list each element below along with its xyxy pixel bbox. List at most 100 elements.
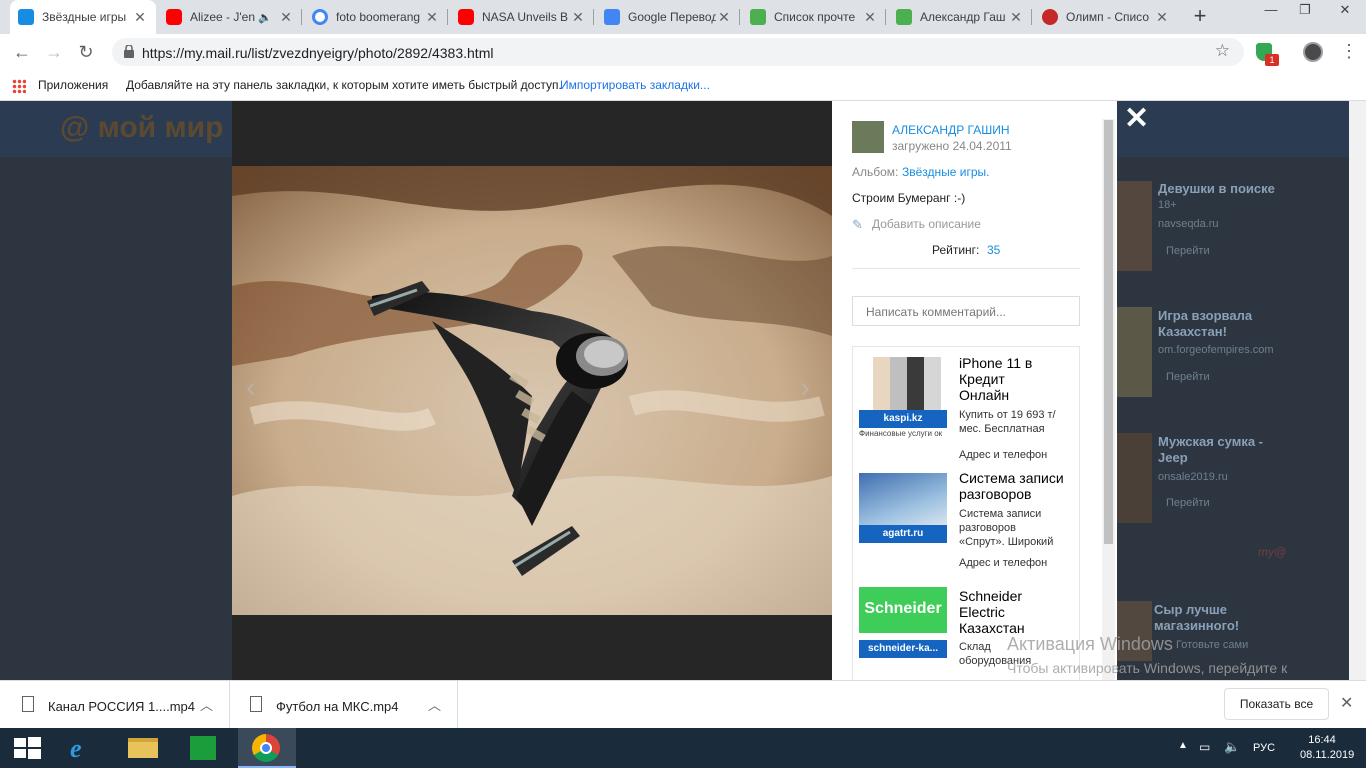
tab-title: NASA Unveils B: [482, 10, 569, 24]
ie-icon[interactable]: e: [56, 728, 112, 768]
show-all-downloads-button[interactable]: Показать все: [1224, 688, 1329, 720]
chevron-up-icon[interactable]: ︿: [428, 695, 441, 714]
close-tab-icon[interactable]: ✕: [862, 9, 878, 26]
language-indicator[interactable]: РУС: [1253, 742, 1275, 754]
rating-value[interactable]: 35: [987, 243, 1000, 257]
tab-google-translate[interactable]: Google Перевод ✕: [596, 0, 740, 34]
new-tab-button[interactable]: +: [1188, 4, 1212, 30]
right-ad-thumb[interactable]: [1116, 307, 1152, 397]
tab-title: Google Перевод: [628, 10, 716, 24]
ad-domain[interactable]: kaspi.kz: [859, 410, 947, 428]
tab-title: Список прочте: [774, 10, 856, 24]
album-link[interactable]: Звёздные игры.: [902, 165, 990, 179]
right-ad-thumb[interactable]: [1116, 181, 1152, 271]
right-ad-domain: navseqda.ru: [1158, 218, 1219, 230]
clock-time: 16:44: [1308, 734, 1336, 746]
store-icon[interactable]: [176, 728, 232, 768]
right-ad-title[interactable]: Мужская сумка - Jeep: [1158, 434, 1288, 466]
album-label: Альбом:: [852, 165, 899, 179]
tab-aleksandr[interactable]: Александр Гаш ✕: [888, 0, 1032, 34]
comment-input[interactable]: Написать комментарий...: [852, 296, 1080, 326]
ad-item[interactable]: kaspi.kz Финансовые услуги ок iPhone 11 …: [853, 347, 1079, 462]
chrome-taskbar-icon[interactable]: [238, 728, 296, 768]
add-description-link[interactable]: Добавить описание: [872, 217, 981, 231]
close-window-button[interactable]: ✕: [1330, 0, 1360, 22]
photo-image[interactable]: [232, 166, 832, 615]
right-ad-go-button[interactable]: Перейти: [1166, 371, 1210, 383]
forward-icon[interactable]: →: [42, 40, 66, 64]
divider: [852, 268, 1080, 269]
right-ad-title[interactable]: Девушки в поиске: [1158, 181, 1288, 197]
next-photo-arrow[interactable]: ›: [800, 371, 810, 405]
ad-domain[interactable]: agatrt.ru: [859, 525, 947, 543]
right-ad-go-button[interactable]: Перейти: [1166, 497, 1210, 509]
restore-button[interactable]: ❐: [1290, 0, 1320, 22]
close-tab-icon[interactable]: ✕: [1008, 9, 1024, 26]
clock[interactable]: 16:44 08.11.2019: [1300, 733, 1354, 763]
chevron-up-icon[interactable]: ︿: [200, 695, 213, 714]
downloads-bar: Канал РОССИЯ 1....mp4 ︿ Футбол на МКС.mp…: [0, 680, 1366, 729]
tray-arrow-icon[interactable]: ▲: [1178, 740, 1188, 751]
tab-zvezdnye-igry[interactable]: Звёздные игры ✕: [10, 0, 156, 34]
url-text: https://my.mail.ru/list/zvezdnyeigry/pho…: [142, 45, 494, 61]
right-ad-go-button[interactable]: Перейти: [1166, 245, 1210, 257]
tab-nasa[interactable]: NASA Unveils B ✕: [450, 0, 594, 34]
profile-avatar[interactable]: [1303, 42, 1323, 62]
reload-icon[interactable]: ↻: [74, 40, 98, 64]
volume-icon[interactable]: 🔈: [1224, 739, 1240, 755]
right-ad-age: 18+: [1158, 199, 1177, 211]
tab-alizee[interactable]: Alizee - J'en 🔈 ✕: [158, 0, 302, 34]
mymir-logo[interactable]: @ мой мир: [60, 111, 223, 145]
ad-title[interactable]: Schneider Electric Казахстан: [959, 588, 1049, 636]
close-tab-icon[interactable]: ✕: [278, 9, 294, 26]
prev-photo-arrow[interactable]: ‹: [246, 371, 256, 405]
ad-title[interactable]: Система записи разговоров: [959, 470, 1074, 502]
close-tab-icon[interactable]: ✕: [570, 9, 586, 26]
author-avatar[interactable]: [852, 121, 884, 153]
close-tab-icon[interactable]: ✕: [716, 9, 732, 26]
file-explorer-icon[interactable]: [116, 728, 172, 768]
right-ads-column: Девушки в поиске 18+ navseqda.ru Перейти…: [1116, 171, 1292, 680]
right-ad-title[interactable]: Игра взорвала Казахстан!: [1158, 308, 1288, 340]
close-tab-icon[interactable]: ✕: [1154, 9, 1170, 26]
right-ad-thumb[interactable]: [1116, 433, 1152, 523]
apps-grid-icon[interactable]: [12, 79, 26, 93]
tab-foto-boomerang[interactable]: foto boomerang ✕: [304, 0, 448, 34]
download-item[interactable]: Футбол на МКС.mp4 ︿: [230, 681, 458, 729]
ad-address-link[interactable]: Адрес и телефон: [959, 557, 1047, 569]
close-downloads-icon[interactable]: ✕: [1340, 693, 1353, 713]
menu-icon[interactable]: ⋮: [1340, 41, 1358, 61]
apps-label[interactable]: Приложения: [38, 78, 108, 92]
speaker-icon[interactable]: 🔈: [258, 11, 272, 24]
minimize-button[interactable]: —: [1256, 0, 1286, 22]
tab-spisok[interactable]: Список прочте ✕: [742, 0, 886, 34]
upload-date: загружено 24.04.2011: [892, 139, 1012, 153]
ad-title[interactable]: iPhone 11 в Кредит Онлайн: [959, 355, 1039, 403]
panel-scrollbar-thumb[interactable]: [1104, 120, 1113, 544]
tab-title: Звёздные игры: [42, 10, 127, 24]
close-viewer-icon[interactable]: ✕: [1124, 101, 1149, 136]
page-scrollbar[interactable]: [1349, 101, 1366, 680]
pencil-icon: ✎: [852, 217, 863, 232]
network-icon[interactable]: ▭: [1199, 740, 1210, 754]
ad-address-link[interactable]: Адрес и телефон: [959, 449, 1047, 461]
bookmarks-bar: Приложения Добавляйте на эту панель закл…: [0, 70, 1366, 101]
tab-olimp[interactable]: Олимп - Списо ✕: [1034, 0, 1178, 34]
import-bookmarks-link[interactable]: Импортировать закладки...: [560, 78, 710, 92]
right-ad-extra: Готовьте сами: [1176, 639, 1249, 651]
ad-domain[interactable]: schneider-ka...: [859, 640, 947, 658]
lock-icon: [124, 45, 134, 58]
right-ad-title[interactable]: Сыр лучше магазинного!: [1154, 602, 1284, 634]
download-item[interactable]: Канал РОССИЯ 1....mp4 ︿: [0, 681, 230, 729]
address-bar[interactable]: https://my.mail.ru/list/zvezdnyeigry/pho…: [112, 38, 1244, 66]
author-name-link[interactable]: АЛЕКСАНДР ГАШИН: [892, 123, 1010, 137]
ad-item[interactable]: agatrt.ru Система записи разговоров Сист…: [853, 467, 1079, 577]
start-button[interactable]: [0, 728, 56, 768]
close-tab-icon[interactable]: ✕: [132, 9, 148, 26]
activation-title: Активация Windows: [1007, 634, 1173, 654]
back-icon[interactable]: ←: [10, 40, 34, 64]
green-square-icon: [896, 9, 912, 25]
bookmark-star-icon[interactable]: ☆: [1215, 41, 1230, 61]
close-tab-icon[interactable]: ✕: [424, 9, 440, 26]
schneider-logo: Schneider: [859, 587, 947, 633]
